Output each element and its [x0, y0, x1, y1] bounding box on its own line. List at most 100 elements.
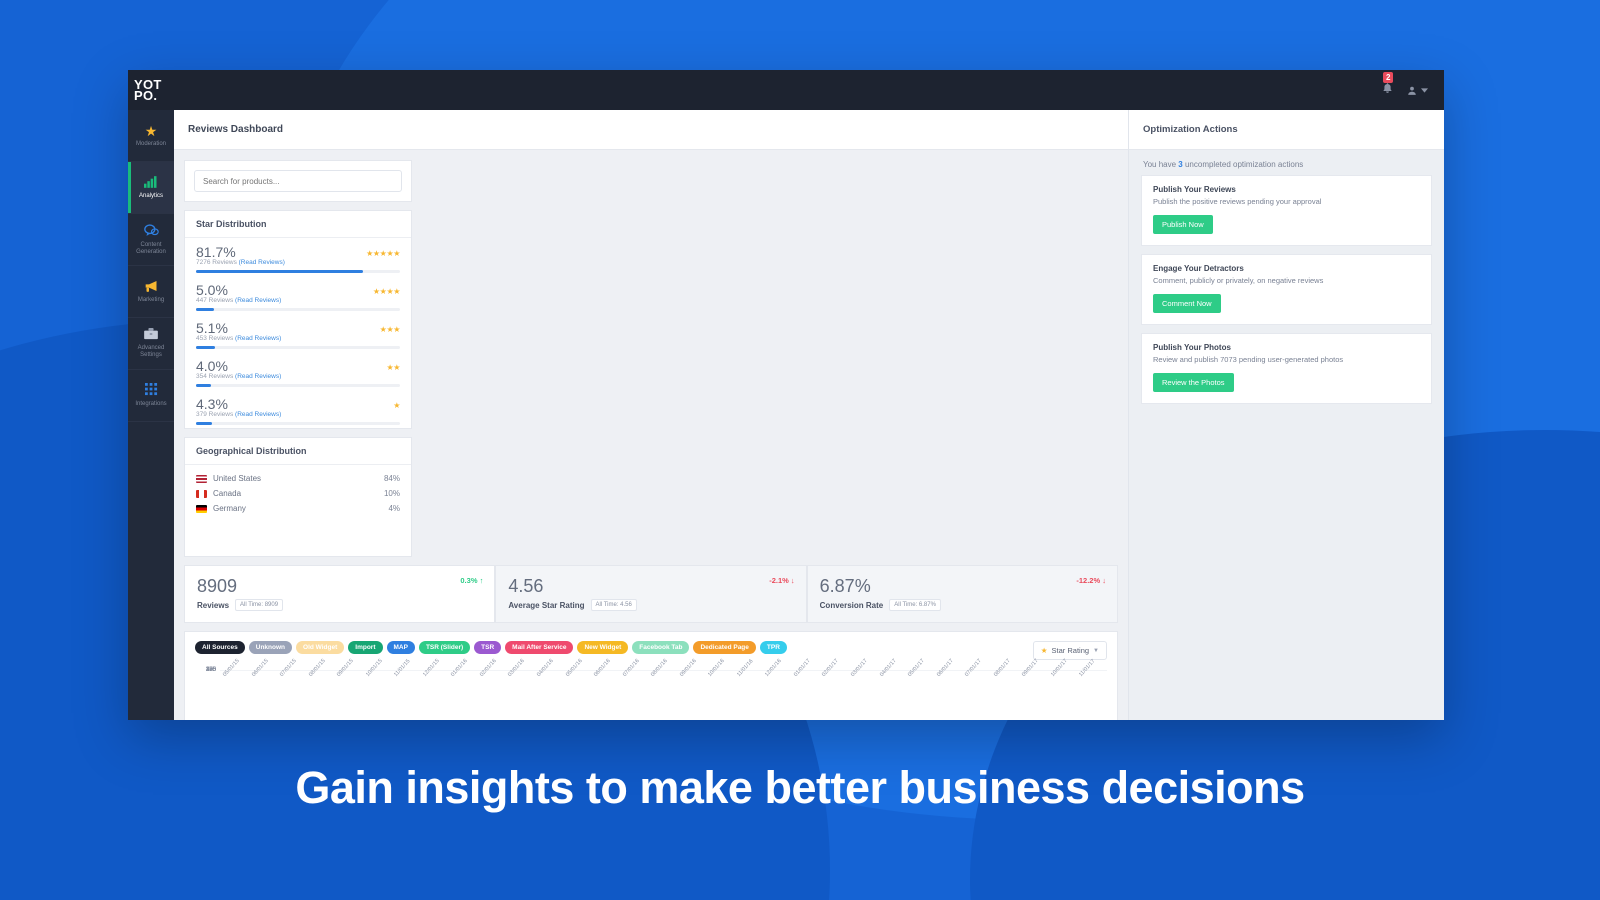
- grid-icon: [144, 383, 158, 399]
- geo-percent: 84%: [383, 474, 400, 483]
- comment-now-button[interactable]: Comment Now: [1153, 294, 1221, 313]
- sidebar-item-advanced-settings[interactable]: Advanced Settings: [128, 318, 174, 370]
- kpi-footer: Conversion Rate All Time: 6.87%: [820, 599, 1105, 611]
- source-pill[interactable]: Import: [348, 641, 383, 654]
- kpi-label: Average Star Rating: [508, 600, 585, 610]
- source-pill[interactable]: Facebook Tab: [632, 641, 690, 654]
- geo-row: Germany 4%: [185, 501, 411, 516]
- source-pill[interactable]: All Sources: [195, 641, 245, 654]
- user-menu[interactable]: [1407, 85, 1428, 96]
- x-tick: 03/01/16: [507, 658, 534, 716]
- geo-country: Germany: [213, 504, 246, 513]
- read-reviews-link[interactable]: (Read Reviews): [235, 373, 281, 380]
- x-tick: 10/01/16: [707, 658, 734, 716]
- star-review-count: 379 Reviews: [196, 411, 234, 418]
- source-pill[interactable]: Dedicated Page: [693, 641, 756, 654]
- source-pills: All Sources Unknown Old Widget Import MAP TSR…: [195, 641, 787, 654]
- x-tick: 08/01/17: [993, 658, 1020, 716]
- geographical-distribution-card: Geographical Distribution United States 8…: [184, 437, 412, 557]
- read-reviews-link[interactable]: (Read Reviews): [239, 259, 285, 266]
- x-tick: 01/01/16: [450, 658, 477, 716]
- kpi-footer: Average Star Rating All Time: 4.56: [508, 599, 793, 611]
- x-tick: 06/01/15: [251, 658, 278, 716]
- sidebar-nav: ★ Moderation Analytics Content Generatio…: [128, 110, 174, 720]
- sidebar-item-label: Analytics: [138, 192, 163, 199]
- publish-now-button[interactable]: Publish Now: [1153, 215, 1213, 234]
- geo-country: United States: [213, 474, 262, 483]
- x-tick: 11/01/16: [736, 658, 763, 716]
- source-pill[interactable]: New Widget: [577, 641, 629, 654]
- star-distribution-row: 81.7% 7276 Reviews (Read Reviews) ★★★★★: [185, 238, 411, 276]
- x-tick: 09/01/15: [336, 658, 363, 716]
- x-tick: 09/01/17: [1021, 658, 1048, 716]
- optimization-card: Publish Your Reviews Publish the positiv…: [1141, 175, 1432, 246]
- kpi-value: 8909: [197, 576, 238, 596]
- x-tick: 08/01/15: [308, 658, 335, 716]
- read-reviews-link[interactable]: (Read Reviews): [235, 297, 281, 304]
- star-distribution-row: 4.3% 379 Reviews (Read Reviews) ★: [185, 390, 411, 428]
- source-filter-row: All Sources Unknown Old Widget Import MAP TSR…: [195, 641, 1107, 660]
- star-percent: 4.0%: [196, 358, 228, 374]
- source-pill[interactable]: MAP: [386, 641, 415, 654]
- sidebar-item-integrations[interactable]: Integrations: [128, 370, 174, 422]
- kpi-delta: 0.3% ↑: [460, 576, 484, 585]
- kpi-label: Reviews: [197, 600, 230, 610]
- x-tick: 06/01/17: [936, 658, 963, 716]
- optimization-title: Optimization Actions: [1129, 110, 1444, 150]
- product-search-card: [184, 160, 412, 202]
- sidebar-item-content-generation[interactable]: Content Generation: [128, 214, 174, 266]
- card-title: Engage Your Detractors: [1153, 264, 1244, 273]
- user-icon: [1408, 86, 1416, 95]
- review-photos-button[interactable]: Review the Photos: [1153, 373, 1234, 392]
- star-icons: ★★: [386, 363, 400, 372]
- geographical-distribution-title: Geographical Distribution: [185, 438, 411, 465]
- notification-badge: 2: [1383, 72, 1394, 83]
- summary-suffix: uncompleted optimization actions: [1182, 160, 1304, 169]
- source-pill[interactable]: TSR: [474, 641, 502, 654]
- x-tick: 10/01/17: [1050, 658, 1077, 716]
- read-reviews-link[interactable]: (Read Reviews): [235, 411, 281, 418]
- notifications-button[interactable]: 2: [1382, 72, 1394, 99]
- source-pill[interactable]: Old Widget: [296, 641, 345, 654]
- source-pill[interactable]: TPR: [759, 641, 787, 654]
- x-tick: 07/01/15: [279, 658, 306, 716]
- star-rating-filter-label: Star Rating: [1051, 646, 1090, 655]
- star-bar-track: [196, 422, 400, 425]
- optimization-card: Publish Your Photos Review and publish 7…: [1141, 333, 1432, 404]
- x-tick: 11/01/17: [1078, 658, 1105, 716]
- geographical-rows: United States 84% Canada 10% Germany 4%: [185, 465, 411, 516]
- sidebar-item-analytics[interactable]: Analytics: [128, 162, 174, 214]
- card-desc: Review and publish 7073 pending user-gen…: [1153, 355, 1344, 364]
- source-pill[interactable]: Mail After Service: [505, 641, 574, 654]
- read-reviews-link[interactable]: (Read Reviews): [235, 335, 281, 342]
- geo-row: United States 84%: [185, 471, 411, 486]
- sidebar-item-marketing[interactable]: Marketing: [128, 266, 174, 318]
- sidebar-item-moderation[interactable]: ★ Moderation: [128, 110, 174, 162]
- kpi-card: -12.2% ↓ 6.87% Conversion Rate All Time: 6.…: [806, 565, 1118, 623]
- sidebar-item-label: Content Generation: [136, 241, 166, 255]
- star-distribution-rows: 81.7% 7276 Reviews (Read Reviews) ★★★★★ 5.0…: [185, 238, 411, 428]
- kpi-value: 4.56: [508, 576, 544, 596]
- source-pill[interactable]: TSR (Slider): [418, 641, 471, 654]
- optimization-actions-panel: Optimization Actions You have 3 uncomple…: [1128, 110, 1444, 720]
- page-title: Reviews Dashboard: [188, 124, 284, 135]
- chevron-down-icon: ▼: [1093, 647, 1099, 654]
- speech-bubble-icon: [143, 223, 159, 240]
- search-input[interactable]: [194, 170, 402, 192]
- source-pill[interactable]: Unknown: [248, 641, 293, 654]
- sidebar-item-label: Advanced Settings: [137, 345, 165, 358]
- star-icon: ★: [144, 122, 158, 139]
- x-tick: 01/01/17: [793, 658, 820, 716]
- ca-flag-icon: [196, 489, 207, 498]
- star-distribution-card: Star Distribution 81.7% 7276 Reviews (Rea…: [184, 210, 412, 429]
- sidebar-item-label: Marketing: [137, 296, 165, 303]
- star-review-count: 447 Reviews: [196, 297, 234, 304]
- optimization-summary: You have 3 uncompleted optimization acti…: [1129, 150, 1444, 175]
- card-desc: Publish the positive reviews pending you…: [1153, 197, 1322, 206]
- star-reviews: 447 Reviews (Read Reviews): [196, 297, 400, 304]
- x-tick: 07/01/17: [964, 658, 991, 716]
- top-bar-actions: 2: [1382, 72, 1444, 99]
- us-flag-icon: [196, 474, 207, 483]
- star-bar-fill: [196, 270, 363, 273]
- x-tick: 08/01/16: [650, 658, 677, 716]
